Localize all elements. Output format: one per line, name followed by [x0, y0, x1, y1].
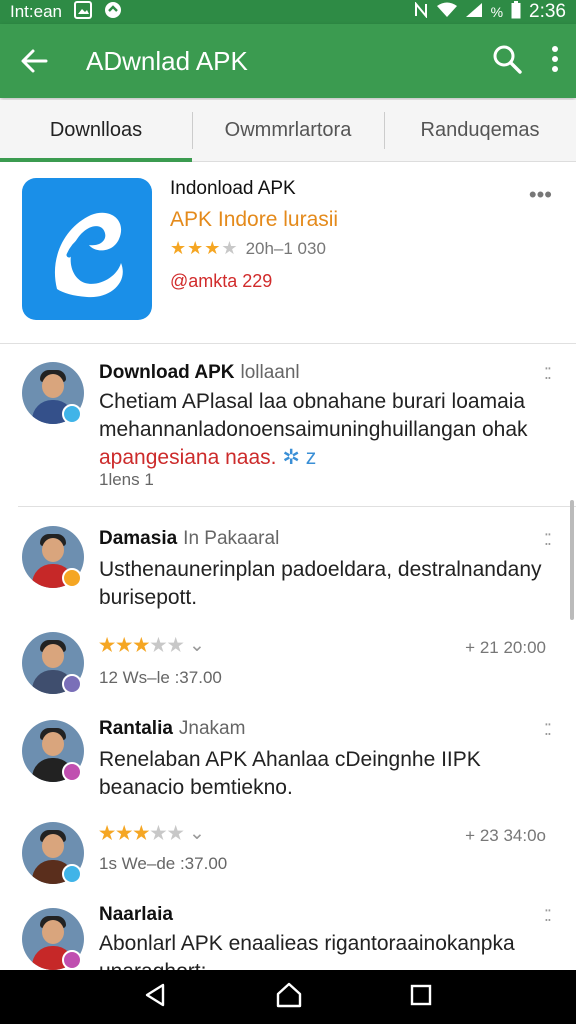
verified-badge-icon — [62, 404, 82, 424]
review-rating: ★ ★ ★ ★ ★ ⌄ — [99, 634, 205, 657]
review-time: + 23 34:0o — [465, 826, 546, 845]
divider — [18, 506, 576, 507]
scrollbar[interactable] — [570, 500, 574, 620]
signal-icon — [465, 2, 483, 23]
card-more-button[interactable]: ••• — [529, 182, 552, 208]
wifi-icon — [436, 2, 457, 23]
review-more-button[interactable]: ⁚⁚ — [544, 906, 552, 926]
review-more-button[interactable]: ⁚⁚ — [544, 530, 552, 550]
app-rating: ★ ★ ★ ★ 20h–1 030 — [170, 238, 338, 259]
badge-icon — [62, 762, 82, 782]
badge-icon — [62, 864, 82, 884]
star-icon: ★ — [116, 823, 133, 843]
star-icon: ★ — [187, 238, 204, 258]
tab-downloads[interactable]: Downlloas — [0, 100, 192, 162]
app-logo-icon — [22, 178, 152, 320]
status-time: 2:36 — [529, 1, 566, 22]
star-icon: ★ — [204, 238, 221, 258]
app-name: Indonload APK — [170, 178, 296, 199]
review-text: Chetiam APlasal laa obnahane burari loam… — [99, 390, 528, 469]
review-rating: ★ ★ ★ ★ ★ ⌄ — [99, 822, 205, 845]
status-bar: Int:ean % 2:36 — [0, 0, 576, 24]
system-nav-bar — [0, 970, 576, 1024]
tab-owmmrlartora[interactable]: Owmmrlartora — [192, 100, 384, 161]
back-button[interactable] — [16, 43, 52, 79]
star-icon: ★ — [116, 635, 133, 655]
tab-bar: Downlloas Owmmrlartora Randuqemas — [0, 100, 576, 162]
badge-icon — [62, 568, 82, 588]
badge-icon — [62, 674, 82, 694]
nav-home-button[interactable] — [275, 981, 303, 1014]
star-icon: ★ — [133, 823, 150, 843]
chevron-down-icon[interactable]: ⌄ — [189, 635, 205, 656]
nfc-icon — [413, 0, 429, 23]
battery-icon — [511, 0, 521, 24]
search-button[interactable] — [492, 44, 522, 79]
app-developer[interactable]: @amkta 229 — [170, 271, 338, 292]
review-time: + 21 20:00 — [465, 638, 546, 657]
tab-randuqemas[interactable]: Randuqemas — [384, 100, 576, 161]
nav-recents-button[interactable] — [409, 983, 433, 1012]
star-empty-icon: ★ — [150, 823, 167, 843]
search-icon — [493, 45, 522, 74]
star-icon: ★ — [133, 635, 150, 655]
review-author: Naarlaia — [99, 904, 173, 925]
app-card[interactable]: Indonload APK APK Indore lurasii ★ ★ ★ ★ 20… — [0, 164, 576, 344]
notification-icon — [104, 1, 122, 24]
nav-back-button[interactable] — [143, 982, 169, 1013]
status-carrier-text: Int:ean — [10, 2, 62, 21]
star-icon: ★ — [170, 238, 187, 258]
badge-icon — [62, 950, 82, 970]
gallery-icon — [74, 0, 92, 24]
review-more-button[interactable]: ⁚⁚ — [544, 364, 552, 384]
rating-count: 20h–1 030 — [245, 238, 326, 258]
sparkle-icon: ✲ z — [282, 446, 317, 469]
review-more-button[interactable]: ⁚⁚ — [544, 720, 552, 740]
star-empty-icon: ★ — [221, 238, 238, 258]
battery-percent: % — [490, 4, 504, 20]
triangle-back-icon — [145, 983, 165, 1006]
app-subtitle: APK Indore lurasii — [170, 208, 339, 231]
review-meta: 12 Ws–le :37.00 — [99, 668, 222, 687]
review-meta: 1s We–de :37.00 — [99, 854, 228, 873]
star-icon: ★ — [99, 823, 116, 843]
star-icon: ★ — [99, 635, 116, 655]
star-empty-icon: ★ — [167, 823, 184, 843]
star-empty-icon: ★ — [167, 635, 184, 655]
review-text: Usthenaunerinplan padoeldara, destralnan… — [99, 558, 542, 609]
square-recents-icon — [410, 984, 432, 1005]
rating-stars: ★ ★ ★ ★ — [170, 238, 238, 259]
more-vert-icon — [552, 45, 558, 72]
review-meta: 1lens 1 — [99, 470, 154, 489]
arrow-left-icon — [21, 49, 48, 73]
home-icon — [276, 982, 302, 1007]
app-bar-title: ADwnlad APK — [86, 45, 248, 76]
star-empty-icon: ★ — [150, 635, 167, 655]
review-author: Damasia In Pakaaral — [99, 528, 280, 549]
review-author: Download APK lollaanl — [99, 362, 300, 383]
chevron-down-icon[interactable]: ⌄ — [189, 823, 205, 844]
review-text: Renelaban APK Ahanlaa cDeingnhe IIPK bea… — [99, 748, 481, 799]
review-author: Rantalia Jnakam — [99, 718, 246, 739]
overflow-menu-button[interactable] — [550, 44, 560, 79]
app-bar: ADwnlad APK — [0, 24, 576, 98]
